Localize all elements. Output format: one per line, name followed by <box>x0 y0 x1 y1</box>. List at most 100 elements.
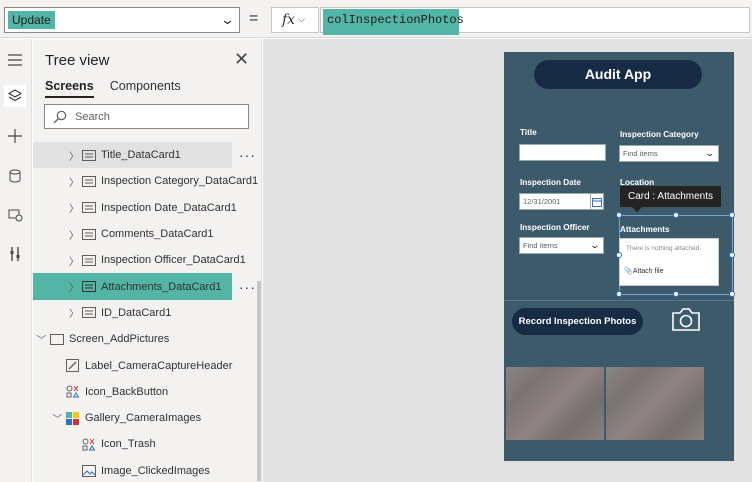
tree-node-officer-datacard[interactable]: 〉 Inspection Officer_DataCard1 <box>33 247 261 273</box>
search-placeholder: Search <box>75 111 110 123</box>
gallery-image[interactable] <box>506 367 604 440</box>
panel-title: Tree view <box>45 52 110 69</box>
resize-handle[interactable] <box>616 212 622 218</box>
resize-handle[interactable] <box>729 291 735 297</box>
chevron-right-icon[interactable]: 〉 <box>69 148 79 163</box>
screen-icon <box>50 333 64 345</box>
chevron-down-icon: ⌄ <box>219 12 236 27</box>
tree-node-attachments-datacard[interactable]: 〉 Attachments_DataCard1 ··· <box>33 273 255 300</box>
chevron-right-icon[interactable]: 〉 <box>69 227 79 242</box>
formula-text: colInspectionPhotos <box>323 9 464 35</box>
chevron-down-icon: ⌵ <box>298 15 305 25</box>
tree-node-category-datacard[interactable]: 〉 Inspection Category_DataCard1 <box>33 168 261 194</box>
database-icon[interactable] <box>4 165 26 187</box>
formula-bar: Update ⌄ = fx ⌵ colInspectionPhotos <box>0 0 752 38</box>
chevron-down-icon: ⌄ <box>589 240 601 250</box>
tree-node-icon-trash[interactable]: Icon_Trash <box>33 431 261 457</box>
card-icon <box>82 307 96 319</box>
tree-tabs: Screens Components <box>45 79 194 98</box>
resize-handle[interactable] <box>673 212 679 218</box>
calendar-icon <box>592 198 602 207</box>
tab-components[interactable]: Components <box>110 79 181 96</box>
camera-icon[interactable] <box>671 306 701 332</box>
category-combobox[interactable]: Find items ⌄ <box>619 145 719 162</box>
tree-node-id-datacard[interactable]: 〉 ID_DataCard1 <box>33 300 261 326</box>
search-input[interactable]: Search <box>44 104 249 129</box>
tree-node-label: Icon_BackButton <box>85 385 169 398</box>
tree-list: 〉 Title_DataCard1 ··· 〉 Inspection Categ… <box>33 142 261 482</box>
tree-node-label: Comments_DataCard1 <box>101 228 214 241</box>
icon-shapes-icon <box>66 385 80 398</box>
more-options-icon[interactable]: ··· <box>239 147 256 163</box>
tree-node-title-datacard[interactable]: 〉 Title_DataCard1 ··· <box>33 142 255 169</box>
attachments-label: Attachments <box>620 225 670 234</box>
equals-sign: = <box>249 10 259 27</box>
officer-placeholder: Find items <box>523 241 558 250</box>
search-icon <box>53 110 67 124</box>
layers-icon[interactable] <box>4 85 26 107</box>
chevron-down-icon[interactable]: 〉 <box>35 334 50 344</box>
attach-file-label: Attach file <box>632 268 664 275</box>
media-icon[interactable] <box>4 204 26 226</box>
tree-node-comments-datacard[interactable]: 〉 Comments_DataCard1 <box>33 221 261 247</box>
tree-node-icon-backbutton[interactable]: Icon_BackButton <box>33 379 261 405</box>
chevron-right-icon[interactable]: 〉 <box>69 279 79 294</box>
hamburger-icon[interactable] <box>4 49 26 71</box>
tab-screens[interactable]: Screens <box>45 79 94 98</box>
image-icon <box>82 464 96 477</box>
chevron-right-icon[interactable]: 〉 <box>69 174 79 189</box>
tree-view-panel: Tree view ✕ Screens Components Search 〉 … <box>33 39 262 482</box>
app-screen: Audit App Title Inspection Category Find… <box>504 52 735 461</box>
attach-file-link[interactable]: 📎Attach file <box>624 267 663 275</box>
card-icon <box>82 228 96 240</box>
tree-node-label: Icon_Trash <box>101 438 156 451</box>
date-picker[interactable]: 12/31/2001 <box>519 193 591 210</box>
tools-icon[interactable] <box>4 243 26 265</box>
chevron-right-icon[interactable]: 〉 <box>69 200 79 215</box>
chevron-right-icon[interactable]: 〉 <box>69 253 79 268</box>
category-label: Inspection Category <box>620 130 699 139</box>
property-dropdown[interactable]: Update ⌄ <box>4 7 240 33</box>
card-icon <box>82 202 96 214</box>
property-value: Update <box>8 11 55 29</box>
resize-handle[interactable] <box>729 252 735 258</box>
attachments-control[interactable]: There is nothing attached. 📎Attach file <box>619 238 719 286</box>
tree-node-image-clicked[interactable]: Image_ClickedImages <box>33 458 261 482</box>
officer-combobox[interactable]: Find items ⌄ <box>519 237 604 254</box>
gallery-image[interactable] <box>606 367 704 440</box>
tree-node-label: Image_ClickedImages <box>101 464 210 477</box>
title-input[interactable] <box>519 144 606 161</box>
calendar-button[interactable] <box>590 193 604 210</box>
chevron-down-icon: ⌄ <box>704 148 716 158</box>
tree-node-date-datacard[interactable]: 〉 Inspection Date_DataCard1 <box>33 195 261 221</box>
chevron-right-icon[interactable]: 〉 <box>69 305 79 320</box>
resize-handle[interactable] <box>616 252 622 258</box>
resize-handle[interactable] <box>616 291 622 297</box>
tree-node-label: Inspection Category_DataCard1 <box>101 175 259 188</box>
tree-node-label: Screen_AddPictures <box>69 333 170 346</box>
tree-node-label: Gallery_CameraImages <box>85 412 202 425</box>
fx-button[interactable]: fx ⌵ <box>271 7 319 33</box>
tree-node-screen-addpictures[interactable]: 〉 Screen_AddPictures <box>33 326 261 352</box>
close-icon[interactable]: ✕ <box>234 49 249 70</box>
plus-icon[interactable] <box>4 125 26 147</box>
resize-handle[interactable] <box>673 291 679 297</box>
app-title: Audit App <box>534 60 702 89</box>
icon-shapes-icon <box>82 438 96 451</box>
tree-node-label: Inspection Date_DataCard1 <box>101 201 237 214</box>
formula-input[interactable]: colInspectionPhotos <box>320 7 750 35</box>
tree-node-label-header[interactable]: Label_CameraCaptureHeader <box>33 352 261 378</box>
card-icon <box>82 149 96 161</box>
fx-label: fx <box>282 12 296 28</box>
tree-scrollbar[interactable] <box>257 281 261 481</box>
card-icon <box>82 281 96 293</box>
label-edit-icon <box>66 359 79 373</box>
record-photos-button[interactable]: Record Inspection Photos <box>512 308 643 335</box>
chevron-down-icon[interactable]: 〉 <box>51 413 66 423</box>
tree-node-gallery[interactable]: 〉 Gallery_CameraImages <box>33 405 261 431</box>
resize-handle[interactable] <box>729 212 735 218</box>
tree-node-label: Attachments_DataCard1 <box>101 280 222 293</box>
tree-node-label: Title_DataCard1 <box>101 149 181 162</box>
attachments-empty-text: There is nothing attached. <box>626 245 702 252</box>
more-options-icon[interactable]: ··· <box>239 279 256 295</box>
